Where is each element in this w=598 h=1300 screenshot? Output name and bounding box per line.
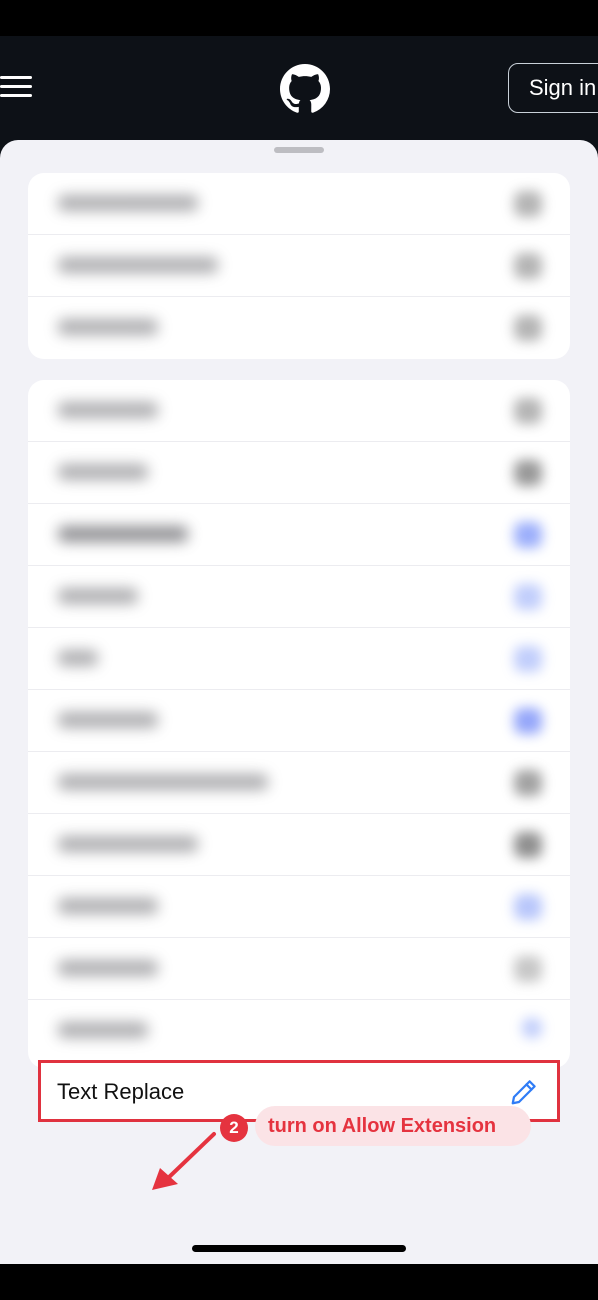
blurred-row[interactable] [28, 442, 570, 504]
blurred-row[interactable] [28, 690, 570, 752]
blurred-menu-group-2 [28, 380, 570, 1068]
sheet-grabber[interactable] [274, 147, 324, 153]
text-replace-label: Text Replace [57, 1079, 185, 1104]
blurred-row[interactable] [28, 628, 570, 690]
blurred-row[interactable] [28, 235, 570, 297]
blurred-row[interactable] [28, 566, 570, 628]
blurred-row[interactable] [28, 814, 570, 876]
blurred-row[interactable] [28, 504, 570, 566]
hamburger-menu-icon[interactable] [0, 76, 32, 98]
blurred-row[interactable] [28, 752, 570, 814]
blurred-row[interactable] [28, 380, 570, 442]
annotation-label: turn on Allow Extension [255, 1106, 531, 1146]
blurred-row[interactable] [28, 297, 570, 359]
blurred-row[interactable] [28, 938, 570, 1000]
github-octocat-icon[interactable] [280, 64, 330, 114]
blurred-menu-group-1 [28, 173, 570, 359]
annotation-arrow-icon [152, 1132, 216, 1190]
blurred-row[interactable] [28, 876, 570, 938]
extensions-sheet: Text Replace 2 turn on Allow Extension [0, 140, 598, 1264]
pencil-icon[interactable] [509, 1077, 539, 1107]
sign-in-button[interactable]: Sign in [508, 63, 598, 113]
blurred-row[interactable] [28, 173, 570, 235]
screen: Sign in Text Replace 2 turn on Allow Ext… [0, 0, 598, 1300]
home-indicator[interactable] [192, 1245, 406, 1252]
blurred-row[interactable] [28, 1000, 570, 1062]
